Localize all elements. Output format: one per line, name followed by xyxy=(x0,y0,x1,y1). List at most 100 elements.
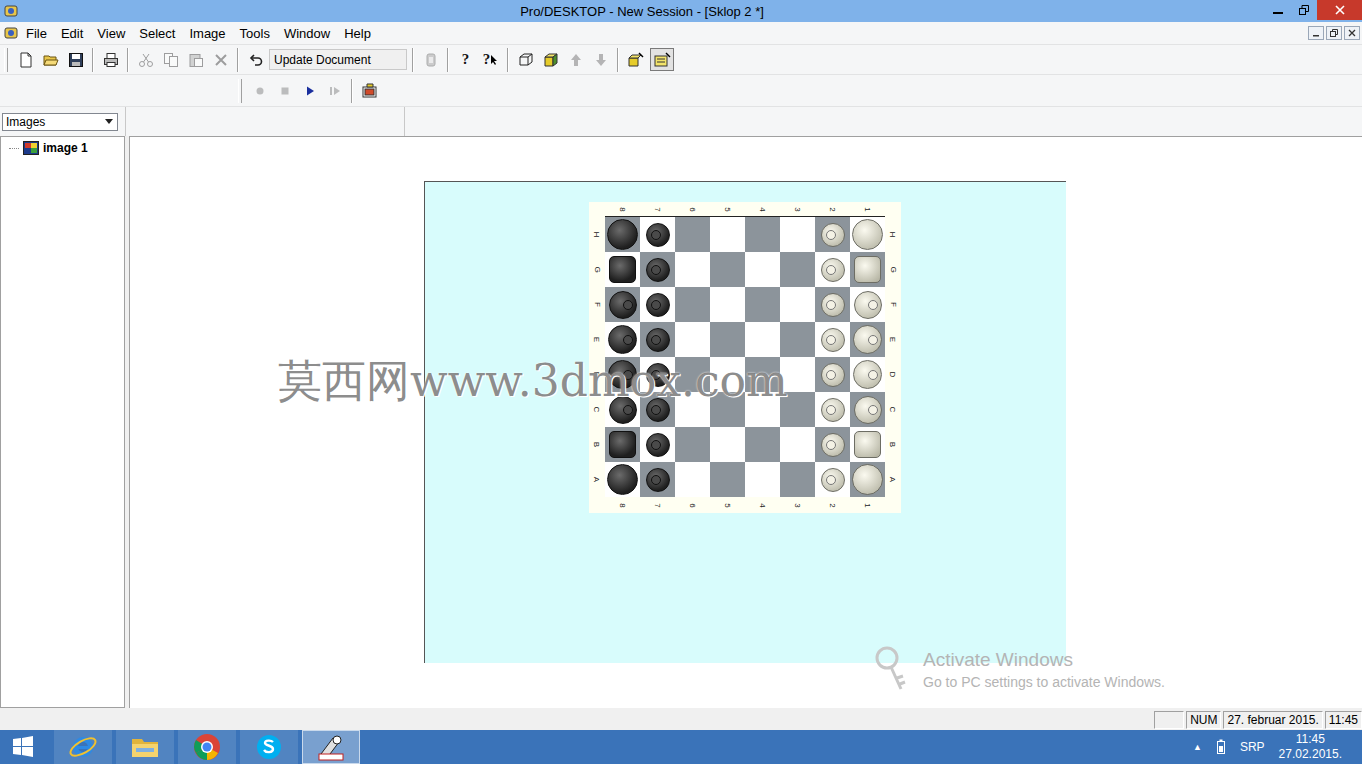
scissors-icon xyxy=(138,52,154,68)
taskbar-app[interactable] xyxy=(240,730,298,764)
black-pawn[interactable] xyxy=(646,363,670,387)
taskbar-app[interactable] xyxy=(178,730,236,764)
playback-button[interactable] xyxy=(323,79,346,102)
close-button[interactable] xyxy=(1317,0,1362,20)
white-pawn[interactable] xyxy=(821,398,845,422)
minimize-button[interactable] xyxy=(1265,0,1291,20)
playback-button[interactable] xyxy=(273,79,296,102)
menu-item[interactable]: Tools xyxy=(233,24,277,43)
taskbar-app[interactable] xyxy=(116,730,174,764)
toolbar-button[interactable] xyxy=(209,48,232,71)
toolbar-button[interactable] xyxy=(39,48,62,71)
toolbar-button[interactable] xyxy=(244,48,267,71)
toolbar-button[interactable] xyxy=(539,48,562,71)
menu-item[interactable]: View xyxy=(90,24,132,43)
language-indicator[interactable]: SRP xyxy=(1240,740,1265,754)
update-document-field[interactable]: Update Document xyxy=(269,49,407,70)
black-pawn[interactable] xyxy=(646,433,670,457)
step-icon xyxy=(329,85,341,97)
playback-button[interactable] xyxy=(248,79,271,102)
black-bishop[interactable] xyxy=(609,291,637,319)
board-square xyxy=(605,392,640,427)
toolbar-grip[interactable] xyxy=(238,79,242,103)
white-king[interactable] xyxy=(853,325,882,354)
document-close-button[interactable] xyxy=(1344,26,1360,40)
board-square xyxy=(605,322,640,357)
white-rook[interactable] xyxy=(852,219,883,250)
toolbar-button[interactable] xyxy=(589,48,612,71)
taskbar: ▲ SRP 11:4527.02.2015. xyxy=(0,730,1362,764)
file-label: F xyxy=(589,287,605,322)
white-pawn[interactable] xyxy=(821,258,845,282)
rank-label: 6 xyxy=(675,202,710,216)
white-queen[interactable] xyxy=(853,360,882,389)
white-rook[interactable] xyxy=(852,464,883,495)
tree-item[interactable]: image 1 xyxy=(9,141,124,155)
black-queen[interactable] xyxy=(608,360,637,389)
playback-toolbar xyxy=(0,74,1362,106)
restore-button[interactable] xyxy=(1291,0,1317,20)
toolbar-button[interactable] xyxy=(564,48,587,71)
child-restore-icon xyxy=(1330,29,1338,37)
taskbar-app[interactable] xyxy=(302,730,360,764)
white-knight[interactable] xyxy=(854,256,881,283)
document-restore-button[interactable] xyxy=(1326,26,1342,40)
file-label: H xyxy=(589,217,605,252)
black-rook[interactable] xyxy=(607,464,638,495)
menu-item[interactable]: File xyxy=(19,24,54,43)
black-king[interactable] xyxy=(608,325,637,354)
black-pawn[interactable] xyxy=(646,258,670,282)
menu-item[interactable]: Select xyxy=(132,24,182,43)
taskbar-app[interactable] xyxy=(54,730,112,764)
windows-start-icon xyxy=(11,735,35,759)
black-rook[interactable] xyxy=(607,219,638,250)
toolbar-button[interactable]: ? xyxy=(479,48,502,71)
toolbar-button[interactable] xyxy=(64,48,87,71)
black-pawn[interactable] xyxy=(646,223,670,247)
black-pawn[interactable] xyxy=(646,328,670,352)
board-square xyxy=(640,392,675,427)
menu-item[interactable]: Edit xyxy=(54,24,90,43)
black-bishop[interactable] xyxy=(609,396,637,424)
white-knight[interactable] xyxy=(854,431,881,458)
toolbar-button[interactable] xyxy=(159,48,182,71)
black-pawn[interactable] xyxy=(646,398,670,422)
black-knight[interactable] xyxy=(609,256,636,283)
white-pawn[interactable] xyxy=(821,328,845,352)
document-minimize-button[interactable] xyxy=(1308,26,1324,40)
toolbar-grip[interactable] xyxy=(4,48,8,72)
black-pawn[interactable] xyxy=(646,468,670,492)
pro-desktop-icon xyxy=(3,3,19,19)
browser-select[interactable]: Images xyxy=(2,113,118,131)
playback-button[interactable] xyxy=(298,79,321,102)
menu-item[interactable]: Window xyxy=(277,24,337,43)
menu-item[interactable]: Help xyxy=(337,24,378,43)
printer-icon xyxy=(103,52,119,68)
white-pawn[interactable] xyxy=(821,293,845,317)
toolbar-button[interactable] xyxy=(514,48,537,71)
white-bishop[interactable] xyxy=(854,291,882,319)
playback-button[interactable] xyxy=(358,79,382,102)
menu-item[interactable]: Image xyxy=(182,24,232,43)
toolbar-button[interactable] xyxy=(650,48,674,71)
piece-top xyxy=(623,335,633,345)
clock[interactable]: 11:4527.02.2015. xyxy=(1279,732,1342,762)
black-pawn[interactable] xyxy=(646,293,670,317)
toolbar-button[interactable] xyxy=(184,48,207,71)
toolbar-button[interactable] xyxy=(134,48,157,71)
white-pawn[interactable] xyxy=(821,468,845,492)
toolbar-button[interactable] xyxy=(624,48,648,71)
white-bishop[interactable] xyxy=(854,396,882,424)
rank-label: 7 xyxy=(640,202,675,216)
show-hidden-icons-button[interactable]: ▲ xyxy=(1193,742,1202,752)
toolbar-button[interactable] xyxy=(419,48,442,71)
white-pawn[interactable] xyxy=(821,223,845,247)
white-pawn[interactable] xyxy=(821,363,845,387)
toolbar-button[interactable] xyxy=(14,48,37,71)
toolbar-button[interactable]: ? xyxy=(454,48,477,71)
board-square xyxy=(745,462,780,497)
white-pawn[interactable] xyxy=(821,433,845,457)
black-knight[interactable] xyxy=(609,431,636,458)
toolbar-button[interactable] xyxy=(99,48,122,71)
start-button[interactable] xyxy=(0,730,46,764)
